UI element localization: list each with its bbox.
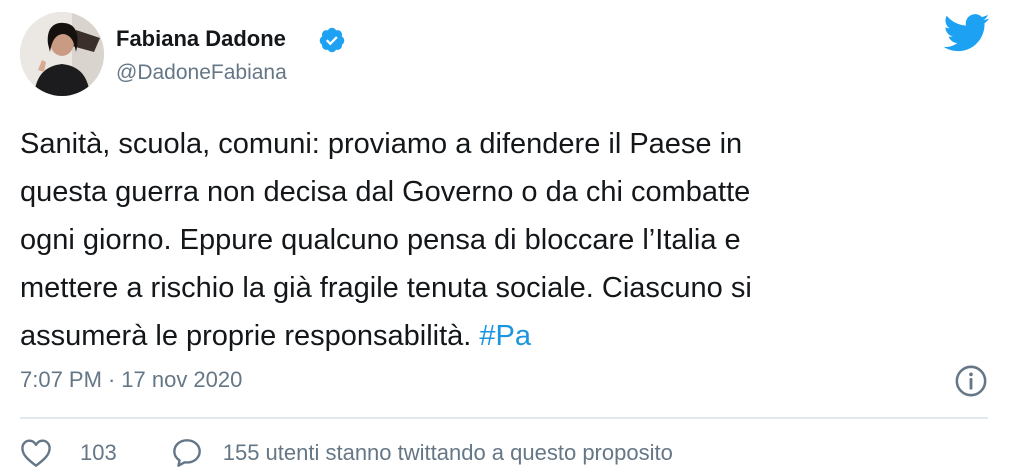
heart-icon[interactable] (20, 438, 52, 468)
avatar[interactable] (20, 12, 104, 96)
info-icon[interactable] (954, 364, 988, 398)
tweet-line: questa guerra non decisa dal Governo o d… (20, 176, 751, 208)
divider (20, 417, 988, 419)
tweet-text: Sanità, scuola, comuni: proviamo a difen… (20, 120, 1000, 360)
tweet-date: 17 nov 2020 (121, 367, 243, 392)
tweet-time: 7:07 PM (20, 367, 102, 392)
actions-bar: 103 155 utenti stanno twittando a questo… (20, 436, 673, 470)
speech-bubble-icon[interactable] (171, 437, 203, 469)
display-name[interactable]: Fabiana Dadone (116, 26, 286, 52)
avatar-photo (20, 12, 104, 96)
tweet-line: Sanità, scuola, comuni: proviamo a difen… (20, 128, 743, 160)
tweet-line: ogni giorno. Eppure qualcuno pensa di bl… (20, 224, 741, 256)
tweet-line-last: assumerà le proprie responsabilità. #Pa (20, 312, 1000, 360)
timestamp-separator: · (107, 367, 116, 392)
conversation-link[interactable]: 155 utenti stanno twittando a questo pro… (223, 440, 673, 466)
tweet-line: mettere a rischio la già fragile tenuta … (20, 272, 752, 304)
handle[interactable]: @DadoneFabiana (116, 60, 287, 86)
hashtag-link[interactable]: #Pa (479, 320, 531, 352)
verified-badge-icon (319, 27, 345, 53)
tweet-line-text: assumerà le proprie responsabilità. (20, 320, 472, 352)
twitter-bird-icon[interactable] (944, 14, 990, 52)
tweet-card: Fabiana Dadone @DadoneFabiana Sanità, sc… (0, 0, 1024, 474)
timestamp[interactable]: 7:07 PM · 17 nov 2020 (20, 366, 242, 394)
like-count: 103 (80, 440, 117, 465)
